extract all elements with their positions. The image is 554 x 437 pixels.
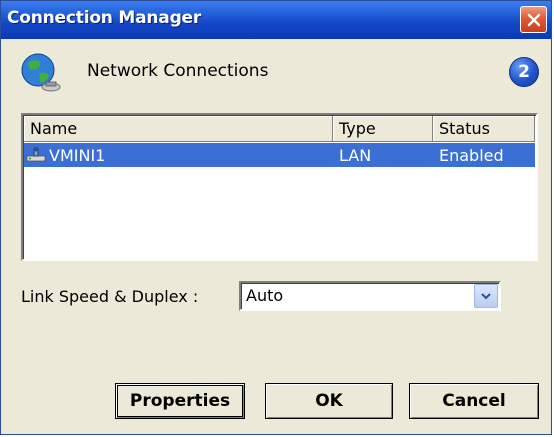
dialog-body: Network Connections 2 Name Type Status V… xyxy=(1,39,551,434)
table-row[interactable]: VMINI1 LAN Enabled xyxy=(24,143,535,167)
row-type: LAN xyxy=(339,145,372,165)
ok-button[interactable]: OK xyxy=(265,383,393,419)
title-bar[interactable]: Connection Manager xyxy=(1,1,551,39)
dropdown-button[interactable] xyxy=(474,284,498,308)
link-speed-label: Link Speed & Duplex : xyxy=(21,287,199,306)
column-header-name[interactable]: Name xyxy=(24,116,333,142)
row-name-cell: VMINI1 xyxy=(24,146,333,165)
window-title: Connection Manager xyxy=(7,8,202,28)
close-icon xyxy=(527,13,540,26)
chevron-down-icon xyxy=(481,293,491,300)
row-status: Enabled xyxy=(439,145,504,165)
connection-manager-window: Connection Manager Network Connections 2… xyxy=(0,0,552,435)
network-connections-label: Network Connections xyxy=(87,61,269,81)
network-adapter-icon xyxy=(26,147,46,162)
column-header-status[interactable]: Status xyxy=(433,116,535,142)
cancel-button[interactable]: Cancel xyxy=(409,383,539,419)
network-globe-icon xyxy=(21,53,61,92)
properties-button[interactable]: Properties xyxy=(115,383,245,419)
connections-list[interactable]: Name Type Status VMINI1 LAN Enabled xyxy=(21,113,538,261)
close-button[interactable] xyxy=(520,6,547,33)
row-name: VMINI1 xyxy=(49,145,106,165)
link-speed-select[interactable]: Auto xyxy=(239,281,501,311)
link-speed-value: Auto xyxy=(246,286,284,305)
list-header: Name Type Status xyxy=(24,116,535,142)
column-header-type[interactable]: Type xyxy=(333,116,433,142)
step-badge: 2 xyxy=(509,57,539,87)
